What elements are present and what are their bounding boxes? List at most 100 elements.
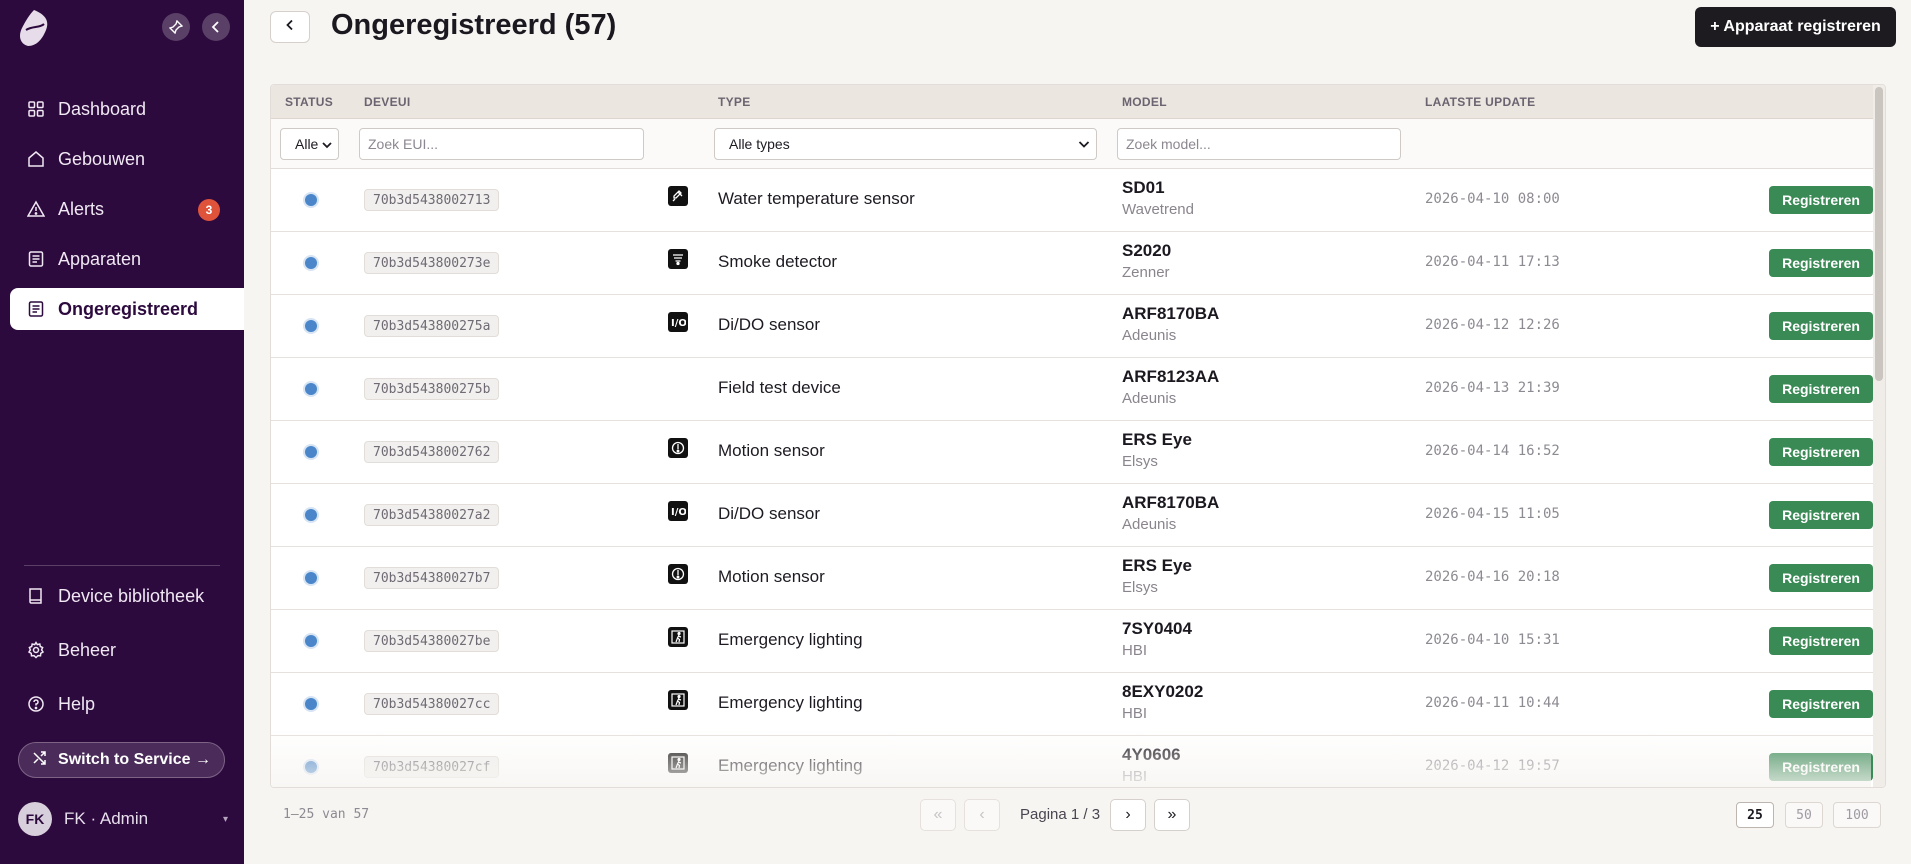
last-update: 2026-04-16 20:18 bbox=[1425, 569, 1560, 585]
type-filter-value: Alle types bbox=[729, 136, 790, 152]
nav-item-device-bibliotheek[interactable]: Device bibliotheek bbox=[10, 575, 244, 617]
nav-item-gebouwen[interactable]: Gebouwen bbox=[10, 138, 244, 180]
model-vendor: Zenner bbox=[1122, 264, 1170, 281]
column-header-model[interactable]: MODEL bbox=[1122, 95, 1167, 109]
nav-item-alerts[interactable]: Alerts 3 bbox=[10, 188, 244, 230]
model-vendor: HBI bbox=[1122, 768, 1148, 785]
table-row[interactable]: 70b3d54380027be Emergency lighting 7SY04… bbox=[271, 610, 1885, 673]
last-update: 2026-04-12 19:57 bbox=[1425, 758, 1560, 774]
nav-item-help[interactable]: Help bbox=[10, 683, 244, 725]
model-name: 4Y0606 bbox=[1122, 745, 1181, 764]
model-vendor: Adeunis bbox=[1122, 390, 1177, 407]
svg-text:I/O: I/O bbox=[671, 507, 686, 518]
table-row[interactable]: 70b3d5438002762 Motion sensor ERS Eye El… bbox=[271, 421, 1885, 484]
sidebar-divider bbox=[24, 565, 220, 566]
table-row[interactable]: 70b3d54380027cf Emergency lighting 4Y060… bbox=[271, 736, 1885, 787]
alerts-count-badge: 3 bbox=[198, 199, 220, 221]
nav-label: Gebouwen bbox=[58, 148, 146, 169]
scrollbar-thumb[interactable] bbox=[1875, 87, 1883, 381]
status-dot bbox=[305, 635, 317, 647]
nav-item-dashboard[interactable]: Dashboard bbox=[10, 88, 244, 130]
model-vendor: HBI bbox=[1122, 642, 1148, 659]
switch-to-service-button[interactable]: Switch to Service → bbox=[18, 742, 225, 778]
nav-item-apparaten[interactable]: Apparaten bbox=[10, 238, 244, 280]
nav-label: Apparaten bbox=[58, 248, 142, 269]
previous-page-button[interactable]: ‹ bbox=[964, 799, 1000, 831]
table-row[interactable]: 70b3d543800275b Field test device ARF812… bbox=[271, 358, 1885, 421]
back-button[interactable] bbox=[270, 11, 310, 43]
model-cell: 7SY0404 HBI bbox=[1122, 619, 1192, 659]
register-button[interactable]: Registreren bbox=[1769, 186, 1873, 214]
eui-search-input[interactable]: Zoek EUI... bbox=[359, 128, 644, 160]
model-cell: 4Y0606 HBI bbox=[1122, 745, 1181, 785]
register-button[interactable]: Registreren bbox=[1769, 249, 1873, 277]
last-update: 2026-04-13 21:39 bbox=[1425, 380, 1560, 396]
device-type: Emergency lighting bbox=[718, 756, 863, 775]
register-button[interactable]: Registreren bbox=[1769, 564, 1873, 592]
column-header-deveui[interactable]: DEVEUI bbox=[364, 95, 410, 109]
building-icon bbox=[26, 149, 46, 169]
table-scrollbar[interactable] bbox=[1873, 85, 1885, 787]
motion-icon bbox=[668, 564, 688, 584]
register-button[interactable]: Registreren bbox=[1769, 312, 1873, 340]
last-page-button[interactable]: » bbox=[1154, 799, 1190, 831]
io-icon: I/O bbox=[668, 501, 688, 521]
smoke-detector-icon bbox=[668, 249, 688, 269]
page-size-25[interactable]: 25 bbox=[1736, 802, 1774, 828]
model-name: S2020 bbox=[1122, 241, 1172, 260]
table-row[interactable]: 70b3d54380027a2 I/O Di/DO sensor ARF8170… bbox=[271, 484, 1885, 547]
device-type: Field test device bbox=[718, 378, 841, 397]
page-indicator: Pagina 1 / 3 bbox=[1020, 806, 1101, 823]
column-header-type[interactable]: TYPE bbox=[718, 95, 751, 109]
column-header-status[interactable]: STATUS bbox=[285, 95, 333, 109]
last-update: 2026-04-12 12:26 bbox=[1425, 317, 1560, 333]
deveui-code: 70b3d543800273e bbox=[364, 252, 500, 274]
register-button[interactable]: Registreren bbox=[1769, 690, 1873, 718]
register-button[interactable]: Registreren bbox=[1769, 501, 1873, 529]
nav-item-beheer[interactable]: Beheer bbox=[10, 629, 244, 671]
device-icon bbox=[26, 249, 46, 269]
table-row[interactable]: 70b3d5438002713 Water temperature sensor… bbox=[271, 169, 1885, 232]
warning-icon bbox=[26, 199, 46, 219]
nav-label: Help bbox=[58, 693, 96, 714]
register-button[interactable]: Registreren bbox=[1769, 627, 1873, 655]
device-type: Motion sensor bbox=[718, 567, 825, 586]
table-row[interactable]: 70b3d543800273e Smoke detector S2020 Zen… bbox=[271, 232, 1885, 295]
next-page-button[interactable]: › bbox=[1110, 799, 1146, 831]
table-row[interactable]: 70b3d54380027b7 Motion sensor ERS Eye El… bbox=[271, 547, 1885, 610]
first-page-button[interactable]: « bbox=[920, 799, 956, 831]
status-dot bbox=[305, 698, 317, 710]
switch-label: Switch to Service → bbox=[58, 751, 211, 768]
model-vendor: Adeunis bbox=[1122, 327, 1177, 344]
main-nav: Dashboard Gebouwen Alerts 3 Apparaten On… bbox=[10, 88, 244, 338]
shuffle-icon bbox=[32, 750, 48, 771]
filter-row: Alle Zoek EUI... Alle types Zoek model..… bbox=[271, 119, 1885, 169]
column-header-laatste-update[interactable]: LAATSTE UPDATE bbox=[1425, 95, 1535, 109]
nav-label: Alerts bbox=[58, 198, 105, 219]
register-button[interactable]: Registreren bbox=[1769, 438, 1873, 466]
status-dot bbox=[305, 446, 317, 458]
table-row[interactable]: 70b3d54380027cc Emergency lighting 8EXY0… bbox=[271, 673, 1885, 736]
register-button[interactable]: Registreren bbox=[1769, 753, 1873, 781]
status-filter-select[interactable]: Alle bbox=[280, 128, 339, 160]
device-type: Motion sensor bbox=[718, 441, 825, 460]
model-search-input[interactable]: Zoek model... bbox=[1117, 128, 1401, 160]
collapse-sidebar-icon[interactable] bbox=[202, 13, 230, 41]
model-cell: S2020 Zenner bbox=[1122, 241, 1171, 281]
chevron-left-icon bbox=[284, 18, 296, 36]
table-row[interactable]: 70b3d543800275a I/O Di/DO sensor ARF8170… bbox=[271, 295, 1885, 358]
model-cell: ARF8170BA Adeunis bbox=[1122, 304, 1219, 344]
user-menu[interactable]: FK FK · Admin ▾ bbox=[18, 802, 228, 836]
deveui-code: 70b3d543800275a bbox=[364, 315, 500, 337]
page-size-50[interactable]: 50 bbox=[1785, 802, 1823, 828]
gear-icon bbox=[26, 640, 46, 660]
page-size-100[interactable]: 100 bbox=[1833, 802, 1881, 828]
table-header: STATUS DEVEUI TYPE MODEL LAATSTE UPDATE bbox=[271, 85, 1885, 119]
pin-icon[interactable] bbox=[162, 13, 190, 41]
register-device-button[interactable]: + Apparaat registreren bbox=[1695, 7, 1896, 47]
nav-item-ongeregistreerd[interactable]: Ongeregistreerd bbox=[10, 288, 244, 330]
deveui-code: 70b3d54380027be bbox=[364, 630, 500, 652]
sqippa-logo[interactable] bbox=[16, 8, 52, 48]
type-filter-select[interactable]: Alle types bbox=[714, 128, 1097, 160]
register-button[interactable]: Registreren bbox=[1769, 375, 1873, 403]
